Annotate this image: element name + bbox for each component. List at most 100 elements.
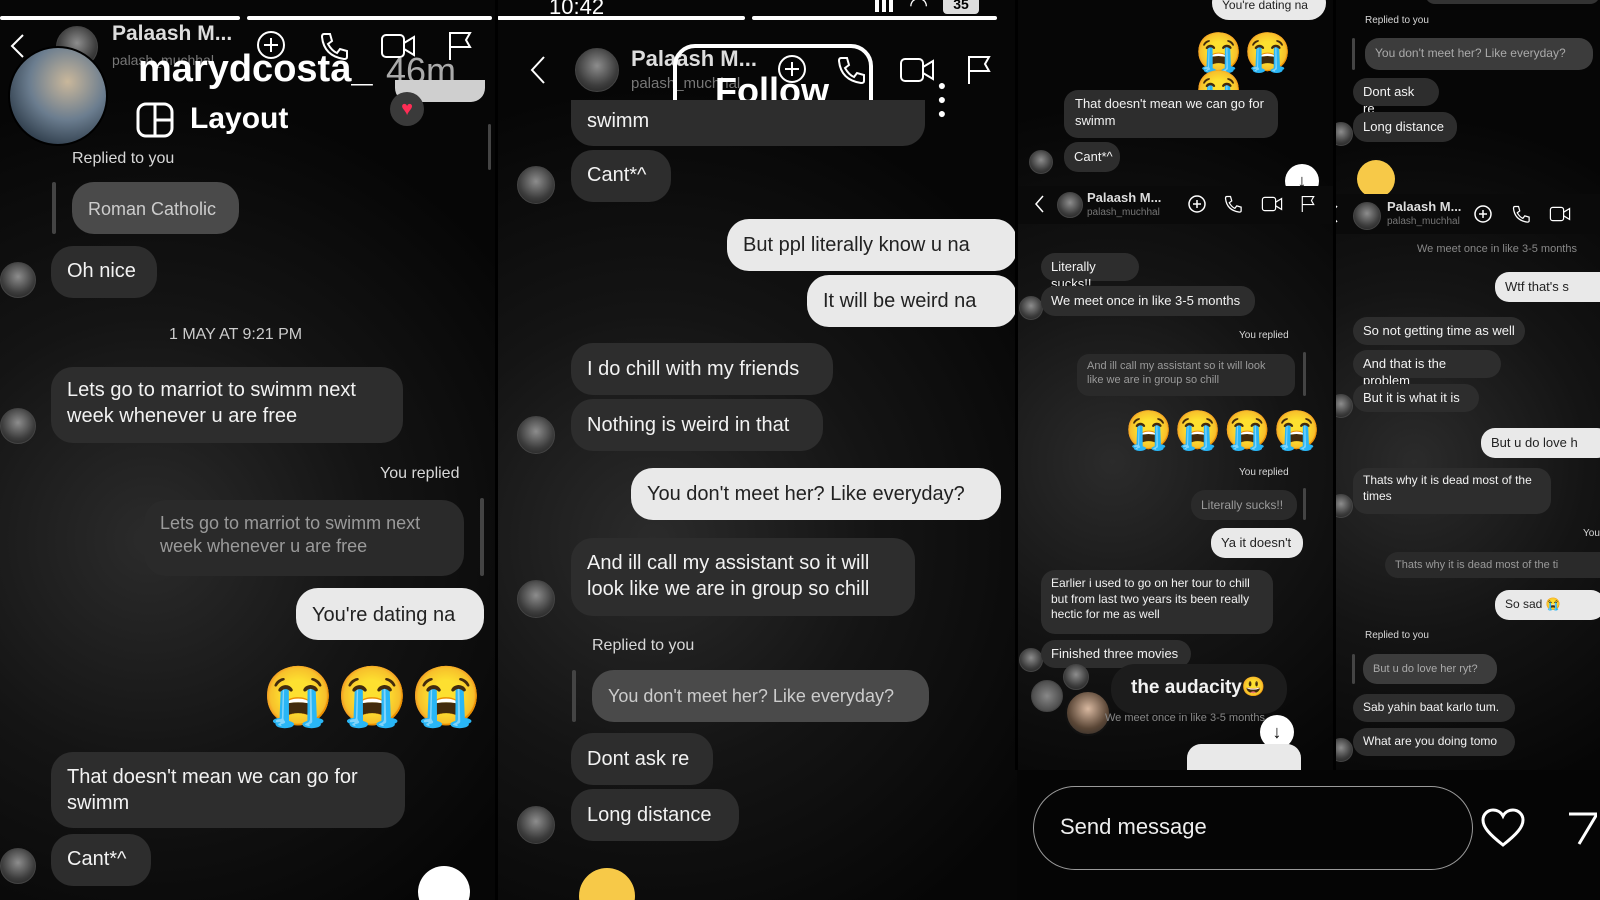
message-bubble[interactable]: Earlier i used to go on her tour to chil…	[1041, 570, 1273, 634]
quoted-preview: We meet once in like 3-5 months	[1417, 243, 1577, 255]
contact-avatar[interactable]	[575, 48, 619, 92]
outgoing-message[interactable]: You're dating na	[296, 588, 484, 640]
outgoing-message[interactable]: Ya it doesn't	[1211, 528, 1303, 558]
quote-bar	[572, 670, 576, 722]
chat-panel-4: Replied to you You don't meet her? Like …	[1335, 0, 1600, 770]
message-bubble[interactable]: So not getting time as well	[1353, 317, 1525, 345]
quote-bar	[1303, 352, 1306, 396]
send-icon[interactable]	[1567, 810, 1597, 848]
crying-emoji-group[interactable]: 😭😭😭	[262, 668, 485, 726]
chat-panel-2: 10:42 ◠ 35 Palaash M... palash_muchhal F…	[497, 0, 1017, 900]
replied-to-you-label: Replied to you	[1365, 630, 1429, 641]
crying-emoji-group[interactable]: 😭😭😭😭	[1125, 412, 1322, 450]
quote-bar	[1352, 38, 1355, 70]
flag-icon[interactable]	[1300, 194, 1316, 214]
layout-label[interactable]: Layout	[190, 102, 288, 136]
outgoing-message[interactable]: So sad 😭	[1495, 590, 1600, 620]
outgoing-message[interactable]: But ppl literally know u na	[727, 219, 1017, 271]
message-bubble[interactable]: And that is the problem	[1353, 350, 1501, 388]
chat-panel-3: You're dating na 😭😭😭 That doesn't mean w…	[1017, 0, 1335, 770]
message-bubble[interactable]: swimm	[571, 100, 925, 146]
message-bubble[interactable]: Cant*^	[1064, 142, 1120, 172]
quoted-message[interactable]: Lets go to marriot to swimm next week wh…	[144, 500, 464, 576]
outgoing-message[interactable]: You don't meet her? Like everyday?	[631, 468, 1001, 520]
story-progress-3	[497, 16, 745, 20]
sender-avatar	[1019, 296, 1043, 320]
scroll-bar[interactable]	[488, 124, 491, 170]
scroll-down-button[interactable]	[418, 866, 470, 900]
contact-avatar[interactable]	[1353, 202, 1381, 230]
quote-bar	[1303, 488, 1306, 520]
sender-avatar	[517, 806, 555, 844]
message-bubble[interactable]: Nothing is weird in that	[571, 399, 823, 451]
quoted-message[interactable]: But u do love her ryt?	[1363, 654, 1497, 684]
message-bubble[interactable]: That doesn't mean we can go for swimm	[51, 752, 405, 828]
sender-avatar	[1029, 150, 1053, 174]
video-call-icon[interactable]	[899, 55, 935, 85]
sender-avatar	[1335, 494, 1353, 518]
phone-icon[interactable]	[1223, 194, 1243, 214]
quoted-preview: We meet once in like 3-5 months	[1105, 712, 1265, 724]
profile-photo[interactable]	[8, 46, 108, 146]
quote-bar	[52, 182, 56, 234]
sender-avatar	[517, 166, 555, 204]
panel-divider	[1015, 0, 1018, 770]
message-bubble[interactable]: And ill call my assistant so it will loo…	[571, 538, 915, 616]
message-bubble[interactable]: But it is what it is	[1353, 384, 1479, 412]
story-progress-1	[0, 16, 240, 20]
sender-avatar	[1335, 738, 1353, 762]
message-bubble[interactable]: Dont ask re	[571, 733, 713, 785]
back-icon[interactable]	[8, 32, 28, 60]
sender-avatar	[0, 408, 36, 444]
contact-avatar[interactable]	[1057, 192, 1083, 218]
story-progress-2	[247, 16, 492, 20]
story-avatar[interactable]	[1031, 680, 1063, 712]
panel-divider	[495, 0, 498, 900]
reaction-bubble[interactable]: the audacity😃	[1111, 664, 1287, 714]
quoted-message[interactable]: Thats why it is dead most of the ti	[1385, 552, 1600, 578]
chat-panel-1: Palaash M... palash_muchhal marydcosta_ …	[0, 0, 497, 900]
message-bubble[interactable]: What are you doing tomo	[1353, 728, 1515, 756]
message-bubble[interactable]: Literally sucks!!	[1041, 253, 1139, 291]
outgoing-message[interactable]: It will be weird na	[807, 275, 1017, 327]
back-icon[interactable]	[1033, 194, 1045, 214]
message-bubble[interactable]: Thats why it is dead most of the times	[1353, 468, 1551, 514]
quoted-message[interactable]: You don't meet her? Like everyday?	[592, 670, 929, 722]
add-people-icon[interactable]	[1473, 204, 1493, 224]
message-bubble[interactable]: Long distance	[571, 789, 739, 841]
message-bubble[interactable]: I do chill with my friends	[571, 343, 833, 395]
quoted-message[interactable]: And ill call my assistant so it will loo…	[1077, 354, 1295, 396]
add-people-icon[interactable]	[1187, 194, 1207, 214]
outgoing-message[interactable]: Wtf that's s	[1495, 272, 1600, 302]
layout-icon[interactable]	[136, 102, 174, 138]
outgoing-message[interactable]: You're dating na	[1212, 0, 1326, 20]
outgoing-message[interactable]: But u do love h	[1481, 428, 1600, 458]
message-bubble[interactable]: Sab yahin baat karlo tum.	[1353, 694, 1515, 722]
message-bubble[interactable]: Long distance	[1353, 112, 1457, 142]
sender-avatar	[0, 848, 36, 884]
quoted-message[interactable]: Literally sucks!!	[1191, 490, 1297, 520]
quoted-message[interactable]: Roman Catholic	[72, 182, 239, 234]
heart-reaction-icon: ♥	[390, 92, 424, 126]
sender-avatar	[517, 580, 555, 618]
message-bubble[interactable]: That doesn't mean we can go for swimm	[1064, 90, 1278, 138]
message-bubble[interactable]: Oh nice	[51, 246, 157, 298]
replied-to-you-label: Replied to you	[592, 637, 695, 654]
battery-icon: 35	[943, 0, 979, 14]
message-bubble[interactable]: Cant*^	[51, 834, 151, 886]
story-progress-4	[752, 16, 997, 20]
flag-icon[interactable]	[965, 54, 993, 86]
heart-icon[interactable]	[1481, 808, 1525, 848]
message-bubble[interactable]: We meet once in like 3-5 months	[1041, 286, 1255, 316]
replied-to-you-label: Replied to you	[72, 150, 175, 167]
video-call-icon[interactable]	[1261, 195, 1283, 213]
quoted-message[interactable]: You don't meet her? Like everyday?	[1365, 38, 1593, 70]
message-bubble[interactable]: Cant*^	[571, 150, 671, 202]
more-options-icon[interactable]: ● ● ●	[937, 78, 947, 120]
overlay-username[interactable]: marydcosta_	[138, 48, 372, 91]
message-bubble[interactable]: Lets go to marriot to swimm next week wh…	[51, 367, 403, 443]
video-call-icon[interactable]	[1549, 205, 1571, 223]
phone-icon[interactable]	[1511, 204, 1531, 224]
back-icon[interactable]	[527, 54, 549, 86]
message-bubble[interactable]: Dont ask re	[1353, 78, 1439, 116]
